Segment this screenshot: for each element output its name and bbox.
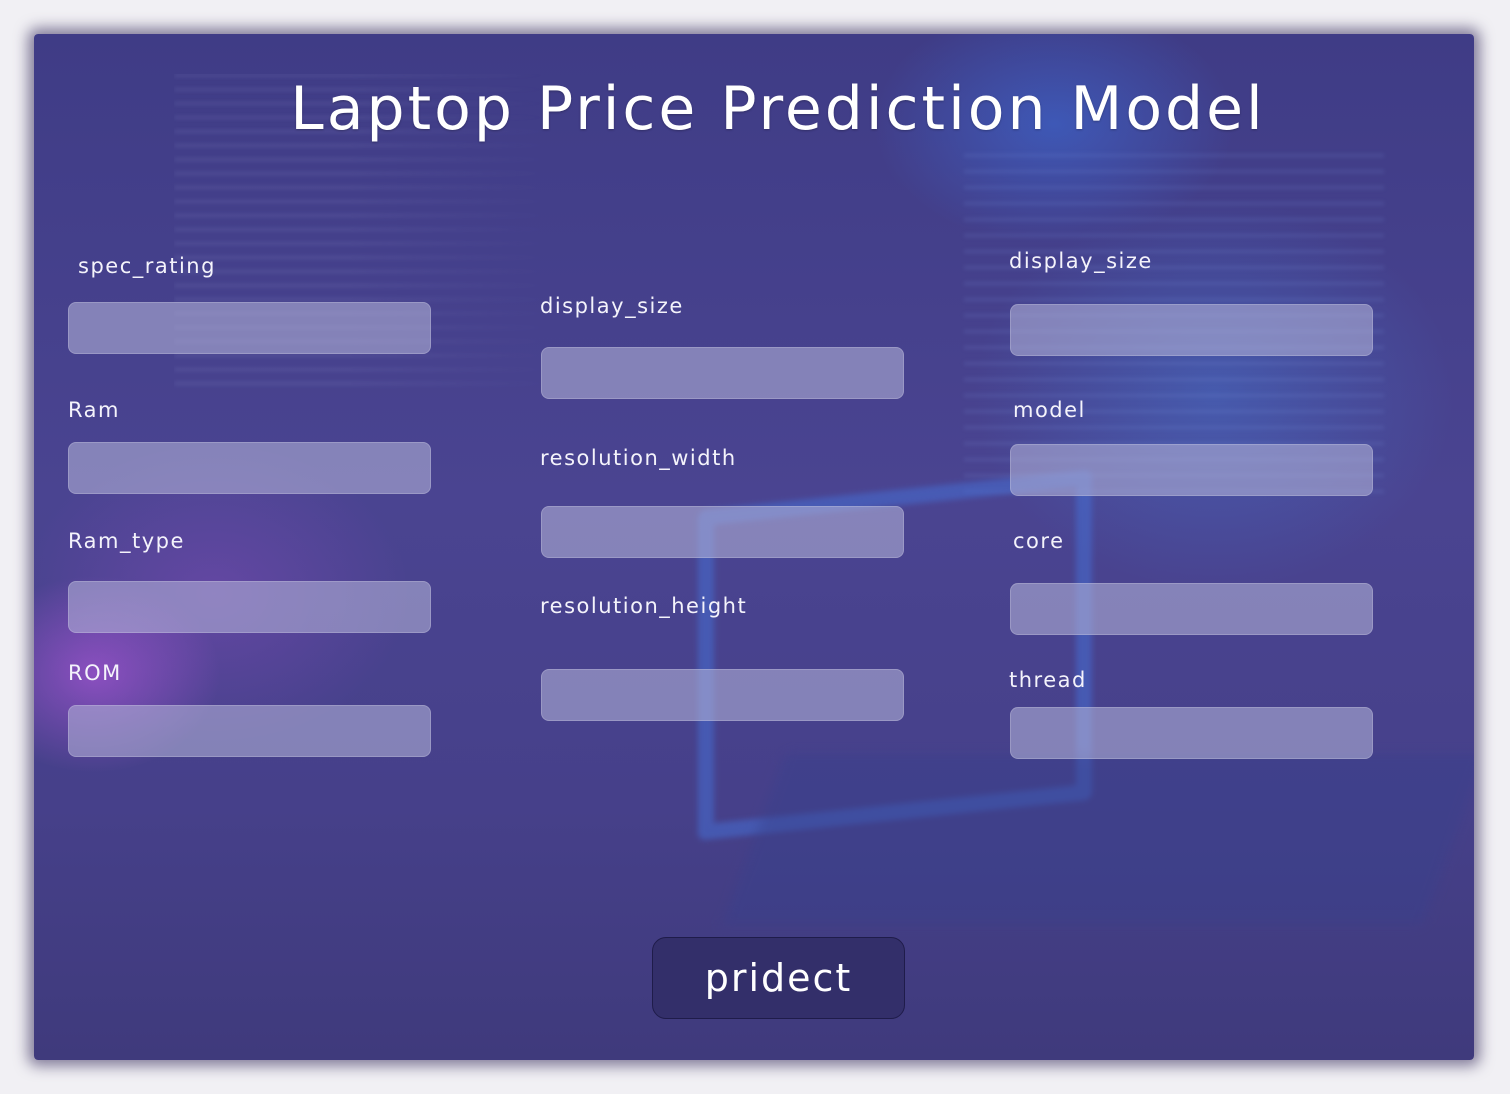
display-size-mid-label: display_size	[540, 294, 684, 318]
spec-rating-input[interactable]	[68, 302, 431, 354]
resolution-width-label: resolution_width	[540, 446, 737, 470]
resolution-height-label: resolution_height	[540, 594, 748, 618]
display-size-right-input[interactable]	[1010, 304, 1373, 356]
core-input[interactable]	[1010, 583, 1373, 635]
thread-input[interactable]	[1010, 707, 1373, 759]
rom-label: ROM	[68, 661, 122, 685]
ram-label: Ram	[68, 398, 120, 422]
model-label: model	[1013, 398, 1086, 422]
core-label: core	[1013, 529, 1065, 553]
display-size-right-label: display_size	[1009, 249, 1153, 273]
resolution-height-input[interactable]	[541, 669, 904, 721]
spec-rating-label: spec_rating	[78, 254, 216, 278]
background-laptop-keyboard	[723, 754, 1474, 924]
predict-button[interactable]: pridect	[652, 937, 905, 1019]
resolution-width-input[interactable]	[541, 506, 904, 558]
rom-input[interactable]	[68, 705, 431, 757]
ram-input[interactable]	[68, 442, 431, 494]
model-input[interactable]	[1010, 444, 1373, 496]
thread-label: thread	[1009, 668, 1087, 692]
page-title: Laptop Price Prediction Model	[290, 74, 1266, 144]
ram-type-input[interactable]	[68, 581, 431, 633]
display-size-mid-input[interactable]	[541, 347, 904, 399]
prediction-form-card: Laptop Price Prediction Model spec_ratin…	[34, 34, 1474, 1060]
ram-type-label: Ram_type	[68, 529, 185, 553]
